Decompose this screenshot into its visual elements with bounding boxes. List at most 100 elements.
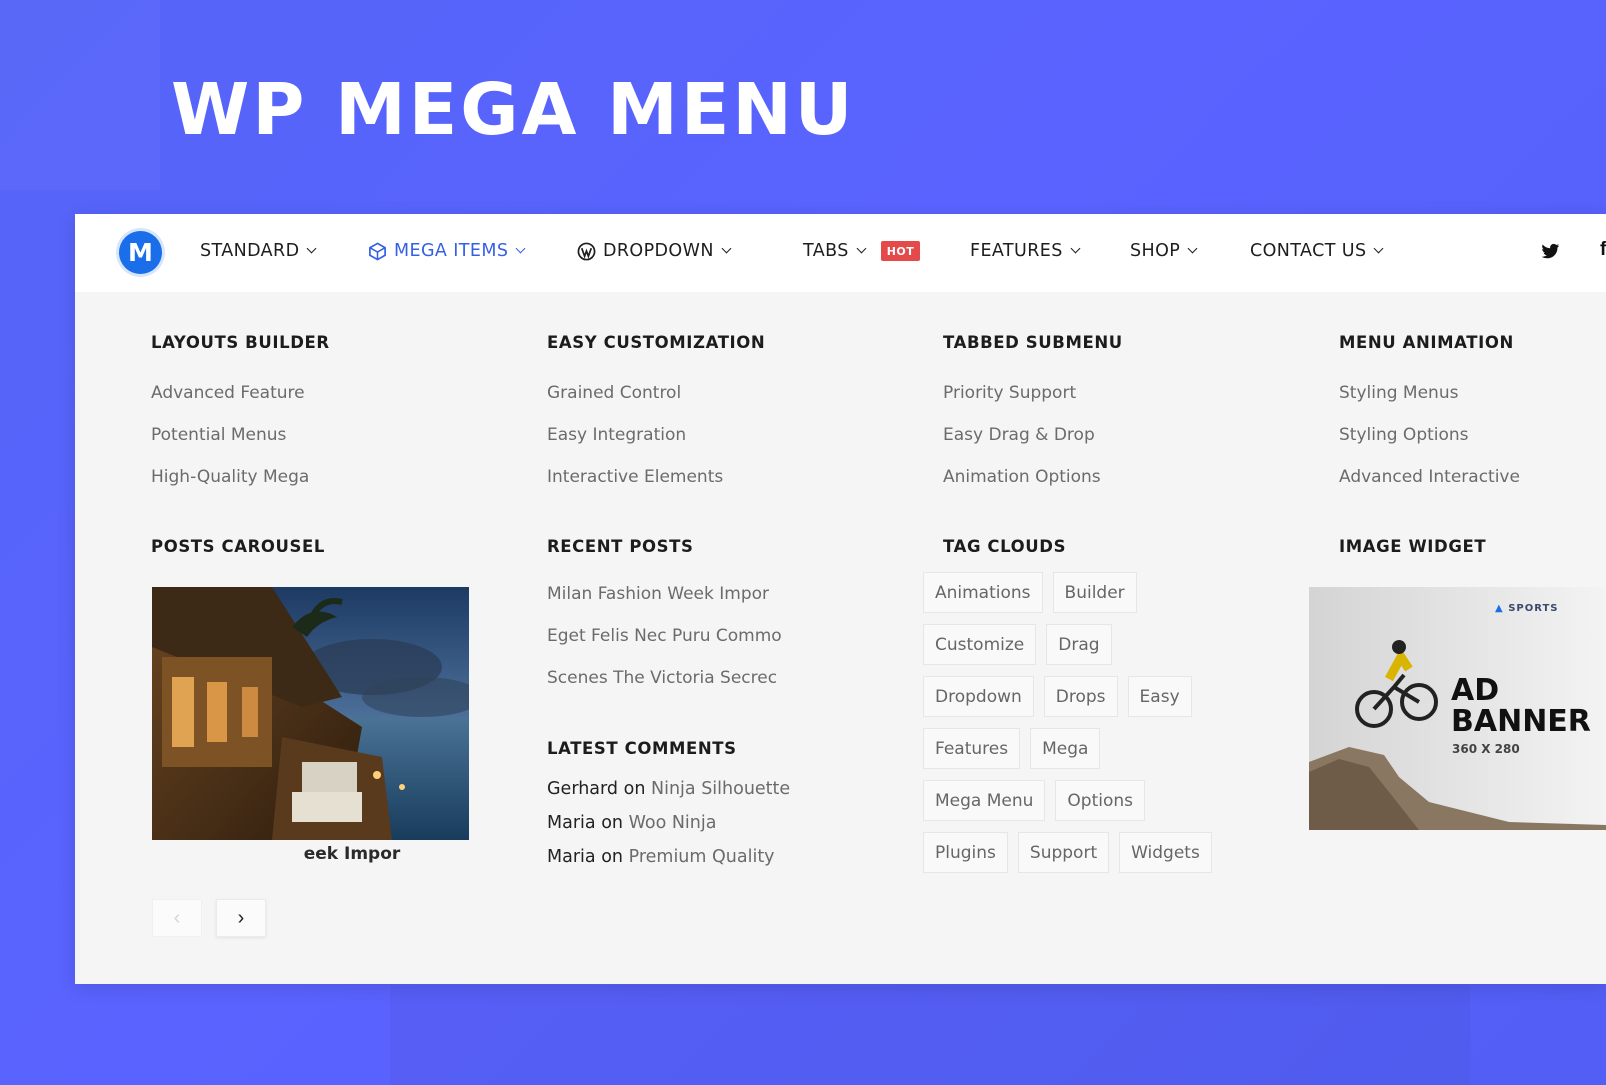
menu-link[interactable]: High-Quality Mega: [151, 467, 309, 509]
facebook-icon[interactable]: f: [1600, 239, 1606, 261]
tag-link[interactable]: Features: [923, 728, 1021, 769]
tag-link[interactable]: Easy: [1127, 676, 1192, 717]
carousel-prev-button[interactable]: ‹: [152, 899, 202, 937]
ad-line2: BANNER: [1451, 704, 1591, 739]
comment-connector: on: [601, 813, 623, 833]
ad-brand: ▲ SPORTS: [1495, 603, 1559, 614]
nav-label: CONTACT US: [1250, 241, 1367, 261]
tag-link[interactable]: Dropdown: [923, 676, 1034, 717]
chevron-down-icon: [721, 243, 732, 254]
section-heading-tabbed: TABBED SUBMENU: [943, 333, 1123, 352]
nav-label: STANDARD: [200, 241, 300, 261]
chevron-right-icon: ›: [237, 906, 245, 929]
section-heading-recent-posts: RECENT POSTS: [547, 537, 694, 556]
tag-link[interactable]: Options: [1055, 780, 1146, 821]
comment-item: Gerhard on Ninja Silhouette: [547, 779, 790, 813]
tag-row: Plugins Support Widgets: [923, 832, 1263, 884]
comment-post-link[interactable]: Premium Quality: [629, 847, 775, 867]
resort-photo: [152, 587, 469, 840]
menu-link[interactable]: Potential Menus: [151, 425, 309, 467]
carousel-next-button[interactable]: ›: [216, 899, 266, 937]
tabbed-links: Priority Support Easy Drag & Drop Animat…: [943, 383, 1101, 509]
menu-link[interactable]: Animation Options: [943, 467, 1101, 509]
nav-item-shop[interactable]: SHOP: [1130, 241, 1198, 261]
section-heading-posts-carousel: POSTS CAROUSEL: [151, 537, 325, 556]
recent-post-link[interactable]: Milan Fashion Week Impor: [547, 584, 782, 626]
nav-item-standard[interactable]: STANDARD: [200, 241, 317, 261]
chevron-down-icon: [1187, 243, 1198, 254]
carousel-caption[interactable]: eek Impor: [152, 844, 552, 864]
tag-row: Dropdown Drops Easy: [923, 676, 1263, 728]
tag-link[interactable]: Drops: [1043, 676, 1118, 717]
tag-row: Features Mega: [923, 728, 1263, 780]
comment-connector: on: [601, 847, 623, 867]
menu-link[interactable]: Advanced Interactive: [1339, 467, 1520, 509]
recent-post-link[interactable]: Scenes The Victoria Secrec: [547, 668, 782, 710]
ad-brand-text: SPORTS: [1508, 603, 1559, 614]
menu-link[interactable]: Interactive Elements: [547, 467, 723, 509]
hero-title: WP MEGA MENU: [171, 68, 856, 151]
tag-row: Customize Drag: [923, 624, 1263, 676]
carousel-image[interactable]: [152, 587, 469, 840]
nav-item-contact-us[interactable]: CONTACT US: [1250, 241, 1384, 261]
menu-link[interactable]: Styling Menus: [1339, 383, 1520, 425]
nav-label: MEGA ITEMS: [394, 241, 509, 261]
menu-link[interactable]: Priority Support: [943, 383, 1101, 425]
menu-link[interactable]: Easy Integration: [547, 425, 723, 467]
tag-link[interactable]: Widgets: [1119, 832, 1212, 873]
logo[interactable]: M: [119, 231, 162, 274]
ad-size: 360 X 280: [1452, 742, 1520, 756]
ad-line1: AD: [1451, 673, 1500, 708]
menu-link[interactable]: Easy Drag & Drop: [943, 425, 1101, 467]
twitter-icon[interactable]: [1541, 243, 1560, 265]
comment-author[interactable]: Gerhard: [547, 779, 618, 799]
nav-label: FEATURES: [970, 241, 1063, 261]
nav-item-dropdown[interactable]: DROPDOWN: [577, 241, 732, 261]
recent-posts-list: Milan Fashion Week Impor Eget Felis Nec …: [547, 584, 782, 710]
recent-post-link[interactable]: Eget Felis Nec Puru Commo: [547, 626, 782, 668]
runner-icon: ▲: [1495, 603, 1504, 614]
tag-link[interactable]: Mega Menu: [923, 780, 1046, 821]
comment-item: Maria on Premium Quality: [547, 847, 790, 881]
chevron-down-icon: [1070, 243, 1081, 254]
menu-link[interactable]: Grained Control: [547, 383, 723, 425]
comment-post-link[interactable]: Woo Ninja: [629, 813, 717, 833]
nav-item-tabs[interactable]: TABS HOT: [803, 241, 921, 261]
menu-link[interactable]: Advanced Feature: [151, 383, 309, 425]
wordpress-icon: [577, 242, 596, 261]
latest-comments-list: Gerhard on Ninja Silhouette Maria on Woo…: [547, 779, 790, 881]
nav-item-features[interactable]: FEATURES: [970, 241, 1081, 261]
mega-menu-panel: M STANDARD MEGA ITEMS DROPDOWN TABS HOT: [75, 214, 1606, 984]
layouts-links: Advanced Feature Potential Menus High-Qu…: [151, 383, 309, 509]
ad-headline: AD BANNER: [1451, 675, 1591, 737]
customization-links: Grained Control Easy Integration Interac…: [547, 383, 723, 509]
comment-author[interactable]: Maria: [547, 813, 596, 833]
chevron-left-icon: ‹: [173, 906, 181, 929]
comment-item: Maria on Woo Ninja: [547, 813, 790, 847]
tag-link[interactable]: Drag: [1046, 624, 1112, 665]
section-heading-animation: MENU ANIMATION: [1339, 333, 1514, 352]
section-heading-latest-comments: LATEST COMMENTS: [547, 739, 737, 758]
tag-row: Mega Menu Options: [923, 780, 1263, 832]
chevron-down-icon: [515, 243, 526, 254]
section-heading-layouts: LAYOUTS BUILDER: [151, 333, 330, 352]
nav-label: TABS: [803, 241, 849, 261]
tag-link[interactable]: Plugins: [923, 832, 1008, 873]
menu-link[interactable]: Styling Options: [1339, 425, 1520, 467]
tag-link[interactable]: Customize: [923, 624, 1037, 665]
background-shape: [390, 985, 1470, 1085]
cube-icon: [368, 241, 387, 261]
tag-link[interactable]: Support: [1017, 832, 1110, 873]
ad-banner-image[interactable]: ▲ SPORTS AD BANNER 360 X 280: [1309, 587, 1606, 830]
comment-author[interactable]: Maria: [547, 847, 596, 867]
hot-badge: HOT: [880, 241, 921, 261]
nav-item-mega-items[interactable]: MEGA ITEMS: [368, 241, 526, 261]
comment-post-link[interactable]: Ninja Silhouette: [651, 779, 790, 799]
tag-link[interactable]: Animations: [923, 572, 1043, 613]
background-shape: [0, 0, 160, 190]
chevron-down-icon: [1374, 243, 1384, 254]
nav-label: DROPDOWN: [603, 241, 714, 261]
tag-link[interactable]: Builder: [1052, 572, 1137, 613]
tag-link[interactable]: Mega: [1030, 728, 1101, 769]
section-heading-image-widget: IMAGE WIDGET: [1339, 537, 1487, 556]
